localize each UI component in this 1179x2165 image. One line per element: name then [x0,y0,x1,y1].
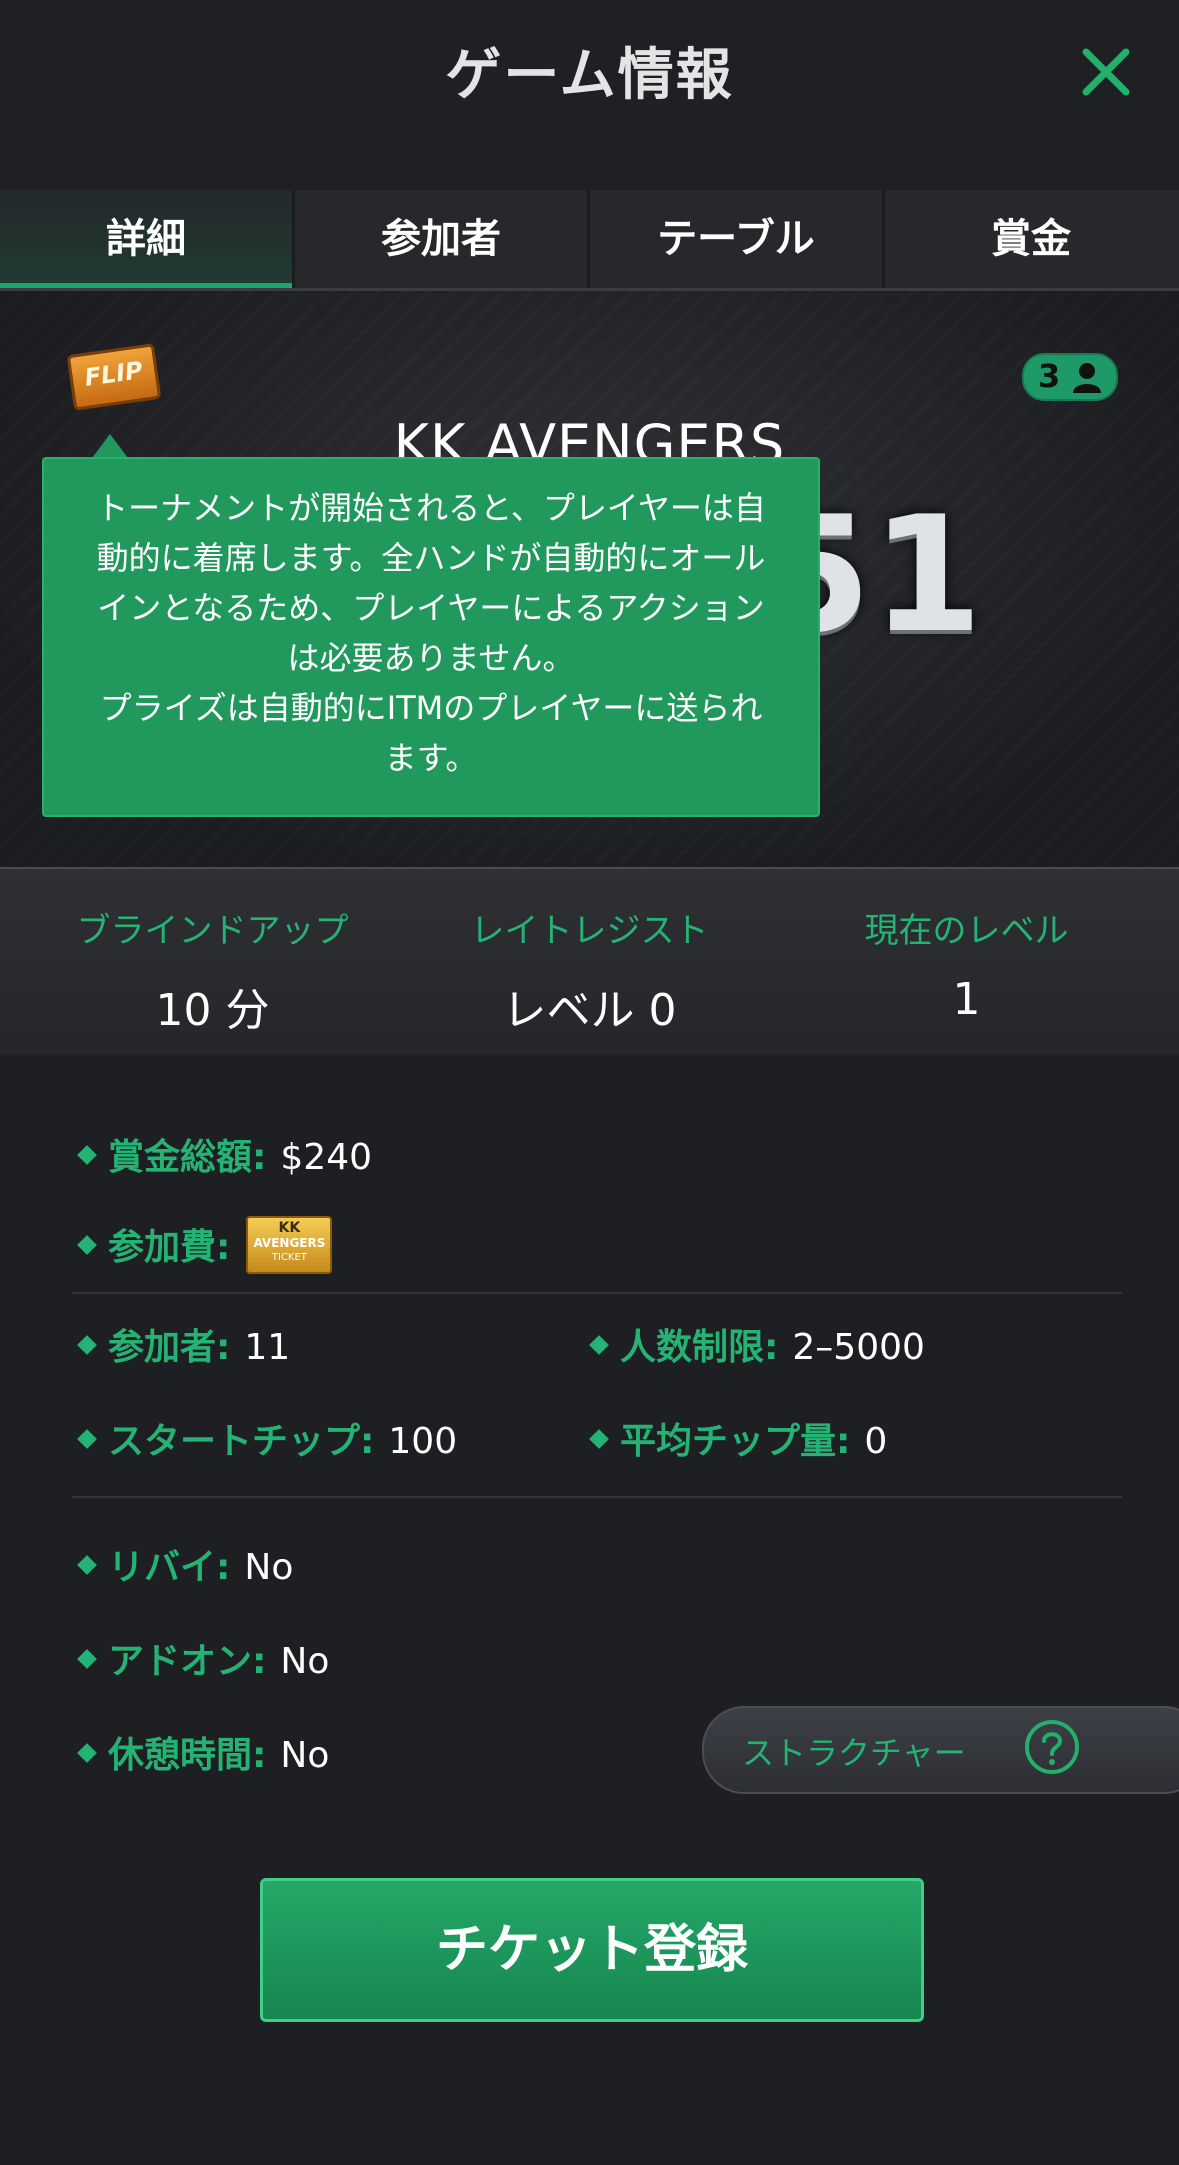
info-value: 11 [244,1327,291,1368]
divider [72,1496,1122,1498]
stat-value: 1 [952,974,981,1025]
info-average-chips: 平均チップ量: 0 [589,1412,888,1464]
info-break: 休憩時間: No [77,1726,330,1778]
info-value: 2–5000 [792,1327,925,1368]
diamond-icon [77,1555,97,1575]
stat-label: レイトレジスト [470,911,709,951]
info-entrants: 参加者: 11 [77,1318,291,1370]
player-count-badge: 3 [1022,353,1118,401]
stat-label: ブラインドアップ [76,911,349,951]
info-addon: アドオン: No [77,1632,330,1684]
diamond-icon [77,1743,97,1763]
structure-label: ストラクチャー [742,1734,966,1772]
info-label: 休憩時間: [108,1735,267,1776]
stat-value: レベル 0 [502,985,677,1036]
diamond-icon [77,1649,97,1669]
ticket-line: AVENGERS [253,1236,326,1250]
close-icon[interactable] [1078,44,1134,100]
info-start-chips: スタートチップ: 100 [77,1412,458,1464]
diamond-icon [77,1145,97,1165]
tooltip-arrow [92,434,128,458]
help-icon [1025,1720,1079,1774]
info-value: $240 [280,1137,373,1178]
diamond-icon [589,1335,609,1355]
info-label: スタートチップ: [108,1421,375,1462]
stat-late-registration: レイトレジスト レベル 0 [393,903,786,1038]
ticket-line: TICKET [271,1252,307,1263]
structure-button[interactable]: ストラクチャー [702,1706,1179,1794]
diamond-icon [77,1429,97,1449]
info-label: 参加者: [108,1327,231,1368]
tab-details[interactable]: 詳細 [0,190,292,288]
divider [72,1292,1122,1294]
stat-value: 10 分 [155,985,270,1036]
info-buy-in: 参加費: KK AVENGERS TICKET [77,1216,333,1278]
info-label: 人数制限: [620,1327,779,1368]
player-count: 3 [1038,357,1061,395]
person-icon [1073,363,1101,393]
stat-blind-up: ブラインドアップ 10 分 [16,903,409,1038]
info-prize-pool: 賞金総額: $240 [77,1128,373,1180]
page-title: ゲーム情報 [445,43,734,108]
tooltip-text: トーナメントが開始されると、プレイヤーは自 動的に着席します。全ハンドが自動的に… [96,489,766,777]
info-value: 100 [388,1421,458,1462]
ticket-register-button[interactable]: チケット登録 [260,1878,924,2022]
info-value: No [280,1735,330,1776]
stat-label: 現在のレベル [864,911,1069,951]
info-value: No [244,1547,294,1588]
tab-entrants[interactable]: 参加者 [295,190,587,288]
diamond-icon [589,1429,609,1449]
info-label: リバイ: [108,1547,231,1588]
tab-tables[interactable]: テーブル [590,190,882,288]
tab-bar: 詳細 参加者 テーブル 賞金 [0,190,1179,291]
info-value: No [280,1641,330,1682]
stat-current-level: 現在のレベル 1 [770,903,1163,1025]
diamond-icon [77,1335,97,1355]
info-value: 0 [864,1421,888,1462]
diamond-icon [77,1235,97,1255]
stats-bar: ブラインドアップ 10 分 レイトレジスト レベル 0 現在のレベル 1 [0,867,1179,1055]
ticket-line: KK [278,1220,301,1236]
info-label: 賞金総額: [108,1137,267,1178]
info-label: 参加費: [108,1227,231,1268]
flip-tooltip: トーナメントが開始されると、プレイヤーは自 動的に着席します。全ハンドが自動的に… [42,457,820,817]
info-player-limit: 人数制限: 2–5000 [589,1318,925,1370]
info-label: 平均チップ量: [620,1421,851,1462]
tab-prizes[interactable]: 賞金 [885,190,1177,288]
header: ゲーム情報 [0,0,1179,190]
avengers-ticket-icon: KK AVENGERS TICKET [246,1216,333,1274]
info-rebuy: リバイ: No [77,1538,294,1590]
info-label: アドオン: [108,1641,267,1682]
